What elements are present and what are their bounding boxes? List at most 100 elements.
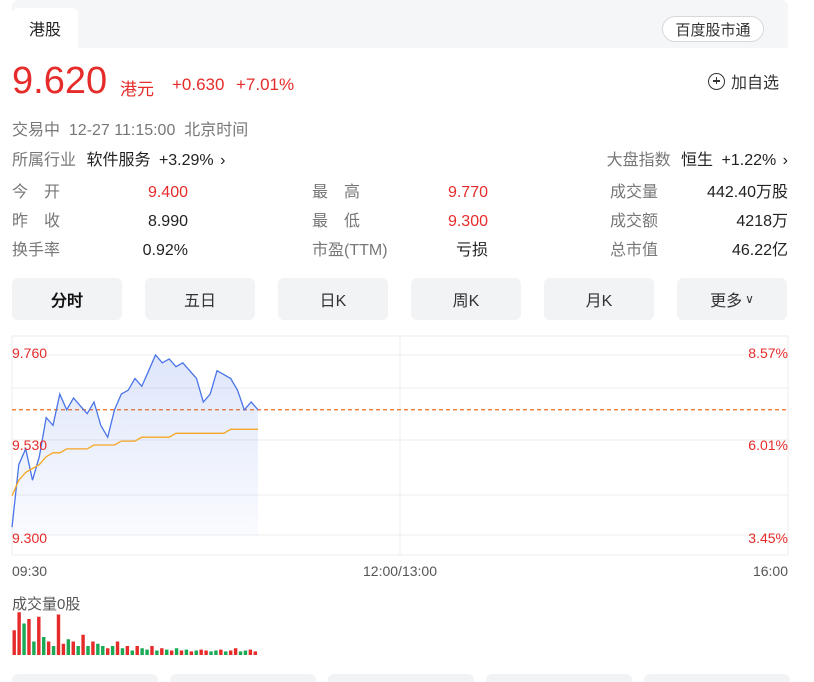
volume-bar: [174, 648, 179, 655]
tab-intraday[interactable]: 分时: [12, 278, 122, 320]
intraday-chart[interactable]: 9.760 9.530 9.300 8.57% 6.01% 3.45% 09:30 12:00…: [0, 330, 814, 670]
tab-more[interactable]: 更多 ∨: [677, 278, 787, 320]
volume-bar: [56, 614, 61, 655]
volume-bar: [96, 643, 100, 655]
bottom-tab-3[interactable]: [328, 674, 474, 682]
bottom-tab-1[interactable]: [12, 674, 158, 682]
volume-bar: [37, 616, 41, 655]
volume-bar: [184, 649, 189, 655]
trade-status: 交易中 12-27 11:15:00 北京时间: [12, 122, 249, 139]
plus-circle-icon: [708, 72, 725, 90]
volume-bar: [86, 646, 90, 655]
volume-bar: [120, 648, 125, 655]
volume-bar: [248, 649, 253, 655]
industry-pct: +3.29%: [158, 152, 214, 169]
stat-prevclose-label: 昨 收: [12, 213, 61, 230]
tab-more-label: 更多: [710, 293, 743, 310]
volume-bar: [209, 651, 213, 655]
stat-open-value: 9.400: [147, 184, 188, 201]
volume-bar: [91, 641, 95, 655]
volume-bar: [145, 649, 149, 655]
volume-bar: [12, 630, 16, 655]
volume-bar: [160, 648, 164, 655]
stat-volume-label: 成交量: [610, 184, 659, 201]
volume-bar: [233, 648, 238, 655]
volume-bar: [155, 650, 159, 655]
volume-bar: [140, 648, 144, 655]
y-axis-tick-right: 3.45%: [748, 530, 788, 546]
volume-bar: [228, 650, 233, 655]
add-watchlist-button[interactable]: 加自选: [708, 70, 779, 92]
volume-bar: [238, 651, 243, 655]
tab-monthly-k[interactable]: 月K: [544, 278, 654, 320]
stat-high-label: 最 高: [312, 184, 361, 201]
y-axis-tick-right: 8.57%: [748, 345, 788, 361]
stat-high-value: 9.770: [447, 184, 488, 201]
x-axis-tick: 09:30: [12, 563, 47, 579]
stat-prevclose-value: 8.990: [147, 213, 188, 230]
volume-bar: [165, 649, 169, 655]
volume-bar: [76, 646, 80, 655]
volume-bar: [115, 641, 120, 655]
volume-bar: [214, 650, 218, 655]
volume-bar: [204, 650, 208, 655]
bottom-tab-4[interactable]: [486, 674, 632, 682]
industry-link[interactable]: 所属行业 软件服务 +3.29% ›: [12, 146, 225, 170]
stat-open-label: 今 开: [12, 184, 61, 201]
stat-mktcap-value: 46.22亿: [731, 242, 788, 259]
stat-low-value: 9.300: [447, 213, 488, 230]
industry-name: 软件服务: [86, 152, 151, 169]
price-area: [12, 355, 258, 535]
stat-turnover-rate-value: 0.92%: [142, 242, 188, 259]
volume-bar: [194, 650, 198, 655]
volume-bar: [179, 650, 184, 655]
volume-bar: [243, 650, 248, 655]
volume-bar: [253, 651, 257, 655]
price-change: +0.630: [172, 75, 225, 94]
volume-bar: [22, 623, 26, 655]
intraday-chart-svg: 9.760 9.530 9.300 8.57% 6.01% 3.45% 09:30 12:00…: [11, 335, 789, 655]
current-price: 9.620: [12, 60, 108, 102]
y-axis-tick-left: 9.760: [12, 345, 47, 361]
stat-volume-value: 442.40万股: [707, 184, 788, 201]
volume-bar: [125, 646, 130, 655]
index-pct: +1.22%: [721, 152, 777, 169]
index-name: 恒生: [681, 152, 714, 169]
index-link[interactable]: 大盘指数 恒生 +1.22% ›: [607, 146, 788, 170]
volume-bar: [169, 650, 174, 655]
volume-bar: [101, 646, 105, 655]
volume-bar: [150, 646, 154, 655]
volume-bar: [135, 646, 139, 655]
tab-hk-stocks[interactable]: 港股: [12, 8, 78, 48]
tab-daily-k[interactable]: 日K: [278, 278, 388, 320]
volume-bar: [199, 649, 203, 655]
tab-weekly-k[interactable]: 周K: [411, 278, 521, 320]
volume-bar: [189, 651, 194, 655]
stat-turnover-rate-label: 换手率: [12, 242, 61, 259]
chevron-right-icon: ›: [782, 152, 788, 169]
add-watchlist-label: 加自选: [731, 75, 780, 92]
volume-bar: [27, 619, 31, 655]
volume-bar: [224, 651, 228, 655]
baidu-stock-button[interactable]: 百度股市通: [662, 16, 764, 42]
stat-low-label: 最 低: [312, 213, 361, 230]
bottom-tab-2[interactable]: [170, 674, 316, 682]
volume-bar: [110, 646, 115, 655]
industry-label: 所属行业: [12, 152, 77, 169]
price-change-pct: +7.01%: [236, 75, 295, 94]
stat-turnover-value: 4218万: [736, 213, 788, 230]
volume-bar: [46, 641, 51, 655]
volume-bar: [105, 648, 110, 655]
chevron-right-icon: ›: [220, 152, 226, 169]
tab-five-day[interactable]: 五日: [145, 278, 255, 320]
volume-bar: [32, 641, 36, 655]
price-unit: 港元: [120, 80, 154, 99]
stat-turnover-label: 成交额: [610, 213, 659, 230]
volume-bar: [71, 641, 75, 655]
volume-bar: [66, 639, 71, 655]
volume-bar: [51, 646, 56, 655]
y-axis-tick-left: 9.300: [12, 530, 47, 546]
stat-pe-label: 市盈(TTM): [312, 242, 388, 259]
volume-bar: [17, 612, 21, 655]
bottom-tab-5[interactable]: [644, 674, 790, 682]
